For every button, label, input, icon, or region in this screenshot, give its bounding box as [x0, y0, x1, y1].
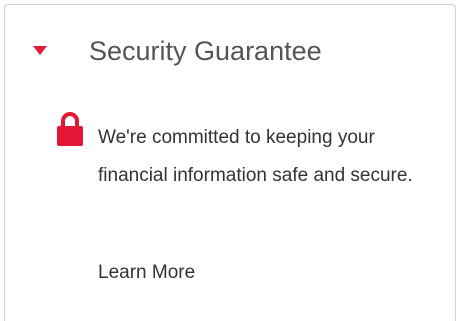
caret-down-icon[interactable] [33, 46, 47, 55]
learn-more-link[interactable]: Learn More [98, 260, 195, 286]
panel-title: Security Guarantee [89, 36, 322, 66]
lock-icon [57, 112, 83, 146]
security-description: We're committed to keeping your financia… [98, 127, 413, 186]
security-guarantee-panel: Security Guarantee We're committed to ke… [4, 4, 456, 321]
security-guarantee-header[interactable]: Security Guarantee [5, 5, 455, 95]
